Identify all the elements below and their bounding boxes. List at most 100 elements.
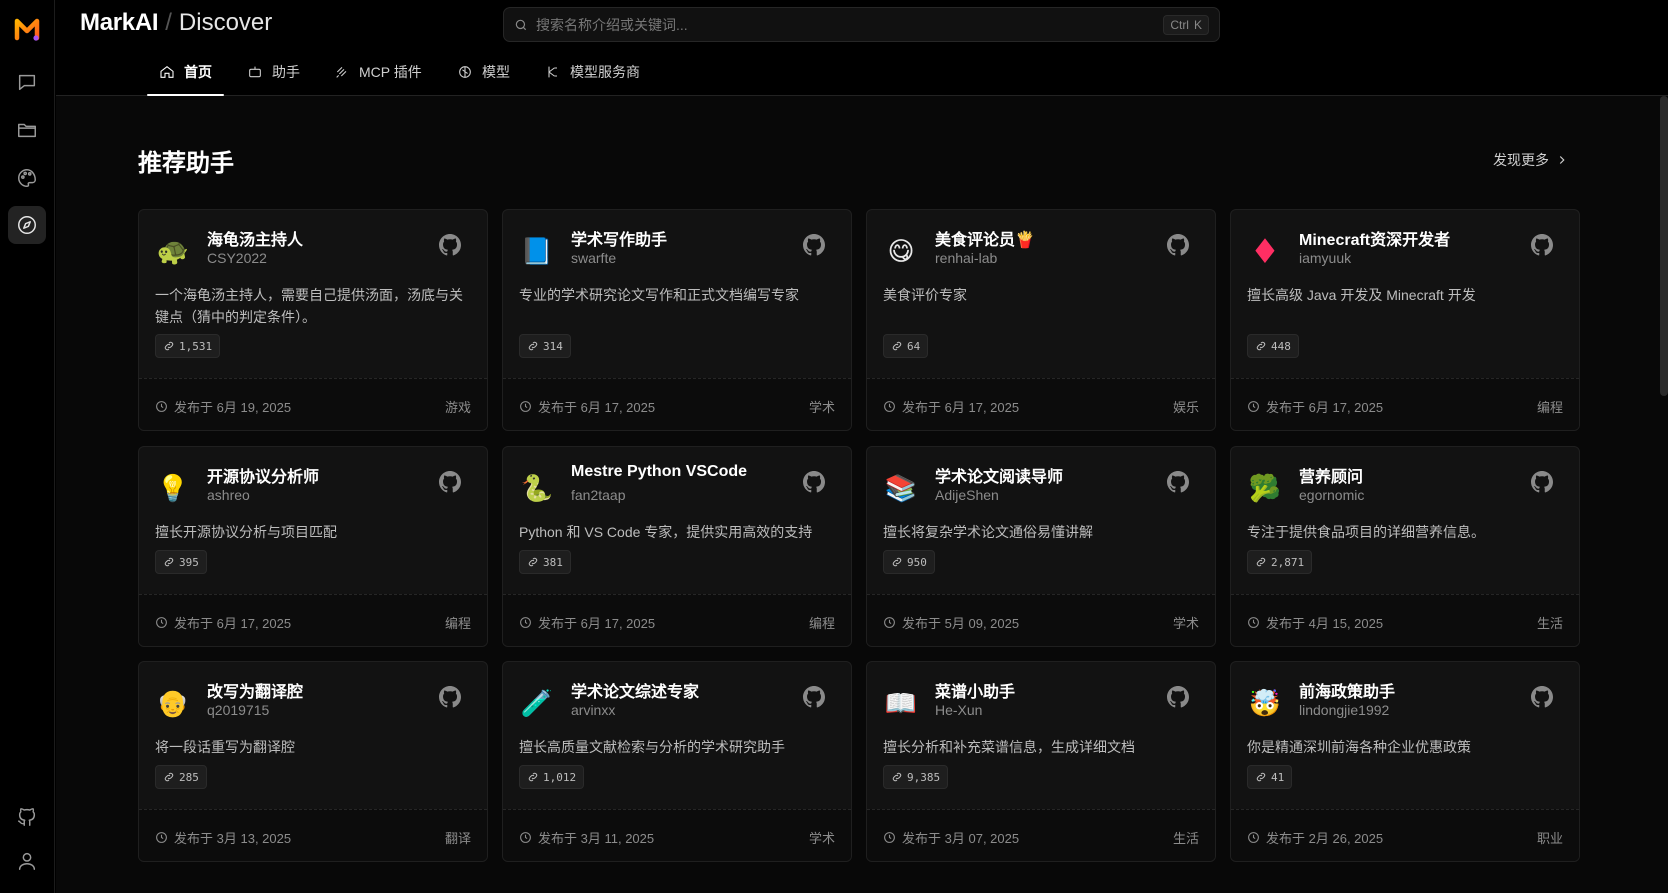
card-footer: 发布于 3月 11, 2025 学术 bbox=[503, 809, 851, 861]
card-footer: 发布于 6月 17, 2025 编程 bbox=[503, 594, 851, 646]
category-tag[interactable]: 学术 bbox=[1173, 613, 1199, 632]
token-count-badge: 41 bbox=[1247, 765, 1293, 789]
search-input[interactable] bbox=[536, 16, 1164, 33]
link-icon bbox=[1256, 557, 1266, 567]
assistant-author[interactable]: renhai-lab bbox=[935, 250, 997, 266]
link-icon bbox=[528, 772, 538, 782]
more-label: 发现更多 bbox=[1493, 152, 1549, 168]
github-icon[interactable] bbox=[1531, 686, 1553, 708]
category-tag[interactable]: 编程 bbox=[809, 613, 835, 632]
github-icon[interactable] bbox=[803, 686, 825, 708]
category-tag[interactable]: 生活 bbox=[1173, 828, 1199, 847]
search-icon bbox=[515, 19, 527, 30]
date-prefix: 发布于 bbox=[1266, 400, 1306, 415]
assistant-author[interactable]: fan2taap bbox=[571, 487, 626, 503]
folder-icon bbox=[18, 123, 36, 138]
token-count-badge: 1,012 bbox=[519, 765, 585, 789]
chat-nav-button[interactable] bbox=[8, 63, 46, 101]
tab-label: 助手 bbox=[272, 63, 300, 80]
assistant-author[interactable]: q2019715 bbox=[207, 702, 269, 718]
tab-home[interactable]: 首页 bbox=[147, 47, 224, 96]
chat-icon bbox=[18, 74, 36, 91]
assistant-author[interactable]: iamyuuk bbox=[1299, 250, 1351, 266]
card-header: 🐢 海龟汤主持人 CSY2022 bbox=[155, 226, 471, 270]
tab-assistants[interactable]: 助手 bbox=[247, 47, 300, 96]
assistant-description: 专业的学术研究论文写作和正式文档编写专家 bbox=[519, 287, 799, 303]
assistant-author[interactable]: AdijeShen bbox=[935, 487, 999, 503]
link-icon bbox=[1256, 341, 1266, 351]
clock-icon bbox=[156, 832, 167, 843]
github-icon[interactable] bbox=[1167, 686, 1189, 708]
assistant-author[interactable]: ashreo bbox=[207, 487, 250, 503]
assistant-author[interactable]: swarfte bbox=[571, 250, 616, 266]
card-footer: 发布于 4月 15, 2025 生活 bbox=[1231, 594, 1579, 646]
profile-nav-button[interactable] bbox=[8, 842, 46, 880]
assistant-card[interactable]: 🐍 Mestre Python VSCode fan2taap Python 和 VS… bbox=[502, 446, 852, 647]
assistant-card[interactable]: 😋 美食评论员🍟 renhai-lab 美食评价专家 64 发布于 6月 17, 2025… bbox=[866, 209, 1216, 431]
scrollbar[interactable] bbox=[1660, 96, 1668, 396]
github-icon[interactable] bbox=[1167, 234, 1189, 256]
date-value: 4月 15, 2025 bbox=[1308, 616, 1384, 631]
github-icon[interactable] bbox=[439, 471, 461, 493]
assistant-author[interactable]: He-Xun bbox=[935, 702, 982, 718]
tab-mcp-plugins[interactable]: MCP 插件 bbox=[334, 47, 422, 96]
assistant-description: 擅长高质量文献检索与分析的学术研究助手 bbox=[519, 739, 785, 755]
assistant-card[interactable]: 🧪 学术论文综述专家 arvinxx 擅长高质量文献检索与分析的学术研究助手 1,012… bbox=[502, 661, 852, 862]
card-footer: 发布于 3月 13, 2025 翻译 bbox=[139, 809, 487, 861]
category-tag[interactable]: 编程 bbox=[445, 613, 471, 632]
assistant-title: 海龟汤主持人 bbox=[207, 232, 304, 249]
files-nav-button[interactable] bbox=[8, 111, 46, 149]
assistant-author[interactable]: arvinxx bbox=[571, 702, 615, 718]
github-icon[interactable] bbox=[439, 234, 461, 256]
assistant-author[interactable]: CSY2022 bbox=[207, 250, 267, 266]
category-tag[interactable]: 编程 bbox=[1537, 397, 1563, 416]
date-prefix: 发布于 bbox=[1266, 831, 1306, 846]
art-nav-button[interactable] bbox=[8, 159, 46, 197]
github-icon[interactable] bbox=[1531, 234, 1553, 256]
assistant-card[interactable]: 🤯 前海政策助手 lindongjie1992 你是精通深圳前海各种企业优惠政策 41 发… bbox=[1230, 661, 1580, 862]
tab-models[interactable]: 模型 bbox=[457, 47, 510, 96]
github-icon[interactable] bbox=[803, 471, 825, 493]
assistant-author[interactable]: egornomic bbox=[1299, 487, 1364, 503]
discover-more-link[interactable]: 发现更多 bbox=[1493, 150, 1569, 170]
top-header: MarkAI/Discover Ctrl K bbox=[56, 0, 1668, 47]
brand-name[interactable]: MarkAI bbox=[80, 9, 159, 36]
assistant-card[interactable]: 📚 学术论文阅读导师 AdijeShen 擅长将复杂学术论文通俗易懂讲解 950 发布于 … bbox=[866, 446, 1216, 647]
assistant-card[interactable]: 👴 改写为翻译腔 q2019715 将一段话重写为翻译腔 285 发布于 3月 13, 2… bbox=[138, 661, 488, 862]
assistant-author[interactable]: lindongjie1992 bbox=[1299, 702, 1389, 718]
assistant-card[interactable]: 🐢 海龟汤主持人 CSY2022 一个海龟汤主持人，需要自己提供汤面，汤底与关键点（猜… bbox=[138, 209, 488, 431]
date-value: 3月 07, 2025 bbox=[944, 831, 1020, 846]
shortcut-mod: Ctrl bbox=[1170, 17, 1189, 32]
github-icon[interactable] bbox=[1531, 471, 1553, 493]
category-tag[interactable]: 娱乐 bbox=[1173, 397, 1199, 416]
github-icon[interactable] bbox=[803, 234, 825, 256]
assistant-card[interactable]: 📘 学术写作助手 swarfte 专业的学术研究论文写作和正式文档编写专家 314 发布于… bbox=[502, 209, 852, 431]
app-logo-icon[interactable] bbox=[14, 16, 40, 42]
github-nav-button[interactable] bbox=[8, 798, 46, 836]
publish-date: 发布于 6月 17, 2025 bbox=[1247, 397, 1383, 416]
category-tag[interactable]: 游戏 bbox=[445, 397, 471, 416]
category-tag[interactable]: 职业 bbox=[1537, 828, 1563, 847]
card-header: 📚 学术论文阅读导师 AdijeShen bbox=[883, 463, 1199, 507]
date-prefix: 发布于 bbox=[902, 616, 942, 631]
publish-date: 发布于 6月 17, 2025 bbox=[519, 397, 655, 416]
link-icon bbox=[164, 341, 174, 351]
tab-providers[interactable]: 模型服务商 bbox=[545, 47, 640, 96]
assistant-card[interactable]: 💡 开源协议分析师 ashreo 擅长开源协议分析与项目匹配 395 发布于 6月 17,… bbox=[138, 446, 488, 647]
token-count: 1,012 bbox=[543, 770, 577, 784]
category-tag[interactable]: 学术 bbox=[809, 828, 835, 847]
category-tag[interactable]: 学术 bbox=[809, 397, 835, 416]
discover-nav-button[interactable] bbox=[8, 206, 46, 244]
token-count: 314 bbox=[543, 339, 563, 353]
category-tag[interactable]: 翻译 bbox=[445, 828, 471, 847]
brand: MarkAI / Discover bbox=[80, 9, 272, 37]
assistant-card[interactable]: 🥦 营养顾问 egornomic 专注于提供食品项目的详细营养信息。 2,871 发布于 … bbox=[1230, 446, 1580, 647]
assistant-card[interactable]: ♦ Minecraft资深开发者 iamyuuk 擅长高级 Java 开发及 Mine… bbox=[1230, 209, 1580, 431]
date-prefix: 发布于 bbox=[538, 616, 578, 631]
search-box[interactable]: Ctrl K bbox=[503, 7, 1220, 42]
category-tag[interactable]: 生活 bbox=[1537, 613, 1563, 632]
link-icon bbox=[892, 341, 902, 351]
github-icon[interactable] bbox=[439, 686, 461, 708]
assistant-card[interactable]: 📖 菜谱小助手 He-Xun 擅长分析和补充菜谱信息，生成详细文档 9,385 发布于 3… bbox=[866, 661, 1216, 862]
github-icon[interactable] bbox=[1167, 471, 1189, 493]
